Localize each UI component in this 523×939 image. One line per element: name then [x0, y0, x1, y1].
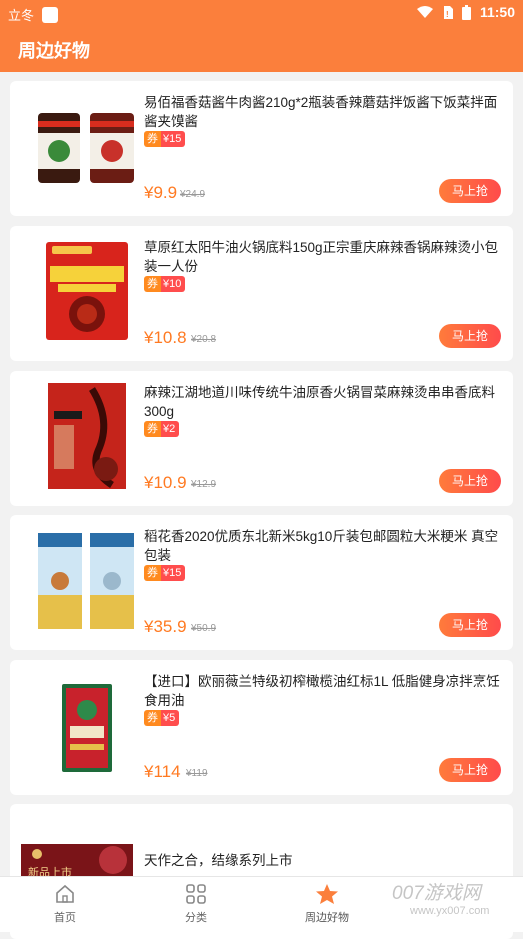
- product-card[interactable]: 麻辣江湖地道川味传统牛油原香火锅冒菜麻辣烫串串香底料300g 券 ¥2 ¥10.…: [10, 371, 513, 506]
- coupon-badge: 券 ¥15: [144, 131, 186, 147]
- watermark-text: 007游戏网: [392, 883, 481, 904]
- price: ¥10.9: [144, 473, 187, 492]
- coupon-value: ¥2: [161, 421, 180, 437]
- coupon-label: 券: [144, 421, 161, 437]
- price: ¥9.9: [144, 183, 178, 202]
- price: ¥35.9: [144, 617, 187, 636]
- tab-category[interactable]: 分类: [156, 883, 236, 925]
- tab-label: 周边好物: [305, 912, 349, 924]
- original-price: ¥12.9: [191, 479, 217, 490]
- coupon-label: 券: [144, 131, 161, 147]
- page-title: 周边好物: [18, 41, 90, 61]
- buy-now-button[interactable]: 马上抢: [439, 758, 501, 782]
- original-price: ¥24.9: [180, 189, 206, 200]
- app-bar: 周边好物: [0, 26, 523, 72]
- coupon-value: ¥15: [161, 565, 186, 581]
- star-icon: [316, 884, 338, 904]
- coupon-value: ¥10: [161, 276, 186, 292]
- product-card[interactable]: 稻花香2020优质东北新米5kg10斤装包邮圆粒大米粳米 真空包装 券 ¥15 …: [10, 515, 513, 650]
- product-title[interactable]: 麻辣江湖地道川味传统牛油原香火锅冒菜麻辣烫串串香底料300g: [144, 383, 506, 421]
- product-image: [48, 383, 126, 489]
- tab-label: 首页: [54, 912, 76, 924]
- buy-now-button[interactable]: 马上抢: [439, 179, 501, 203]
- product-card[interactable]: 【进口】欧丽薇兰特级初榨橄榄油红标1L 低脂健身凉拌烹饪食用油 券 ¥5 ¥11…: [10, 660, 513, 795]
- tab-home[interactable]: 首页: [25, 883, 105, 925]
- price: ¥114: [144, 762, 181, 781]
- product-image: [38, 113, 134, 183]
- buy-now-button[interactable]: 马上抢: [439, 469, 501, 493]
- status-time: 11:50: [479, 4, 515, 20]
- buy-now-button[interactable]: 马上抢: [439, 324, 501, 348]
- status-left-text: 立冬: [8, 8, 35, 23]
- tab-label: 分类: [185, 912, 207, 924]
- coupon-value: ¥5: [161, 710, 180, 726]
- status-bar: 立冬 ! 11:50: [0, 0, 523, 26]
- notification-icon: [42, 6, 59, 23]
- buy-now-button[interactable]: 马上抢: [439, 613, 501, 637]
- watermark-sub: www.yx007.com: [410, 905, 490, 917]
- coupon-badge: 券 ¥10: [144, 276, 186, 292]
- coupon-label: 券: [144, 710, 161, 726]
- product-title[interactable]: 稻花香2020优质东北新米5kg10斤装包邮圆粒大米粳米 真空包装: [144, 527, 506, 565]
- sim-icon: !: [443, 5, 453, 19]
- product-card[interactable]: 草原红太阳牛油火锅底料150g正宗重庆麻辣香锅麻辣烫小包装一人份 券 ¥10 ¥…: [10, 226, 513, 361]
- grid-icon: [186, 884, 206, 904]
- coupon-badge: 券 ¥15: [144, 565, 186, 581]
- coupon-value: ¥15: [161, 131, 186, 147]
- product-title[interactable]: 草原红太阳牛油火锅底料150g正宗重庆麻辣香锅麻辣烫小包装一人份: [144, 238, 506, 276]
- product-card[interactable]: 易佰福香菇酱牛肉酱210g*2瓶装香辣蘑菇拌饭酱下饭菜拌面酱夹馍酱 券 ¥15 …: [10, 81, 513, 216]
- original-price: ¥50.9: [191, 623, 217, 634]
- product-title[interactable]: 【进口】欧丽薇兰特级初榨橄榄油红标1L 低脂健身凉拌烹饪食用油: [144, 672, 506, 710]
- coupon-badge: 券 ¥5: [144, 710, 180, 726]
- coupon-label: 券: [144, 276, 161, 292]
- coupon-label: 券: [144, 565, 161, 581]
- product-title[interactable]: 天作之合，结缘系列上市: [144, 851, 506, 870]
- home-icon: [56, 884, 74, 903]
- product-title[interactable]: 易佰福香菇酱牛肉酱210g*2瓶装香辣蘑菇拌饭酱下饭菜拌面酱夹馍酱: [144, 93, 506, 131]
- coupon-badge: 券 ¥2: [144, 421, 180, 437]
- watermark: 007游戏网 www.yx007.com: [392, 878, 522, 928]
- original-price: ¥119: [186, 768, 208, 779]
- svg-text:!: !: [446, 10, 449, 19]
- wifi-icon: [416, 5, 433, 18]
- price: ¥10.8: [144, 328, 187, 347]
- product-image: [38, 533, 134, 629]
- tab-nearby-goods[interactable]: 周边好物: [287, 883, 367, 925]
- product-image: [46, 242, 128, 340]
- battery-icon: [461, 4, 471, 20]
- product-image: [62, 684, 112, 772]
- original-price: ¥20.8: [191, 334, 217, 345]
